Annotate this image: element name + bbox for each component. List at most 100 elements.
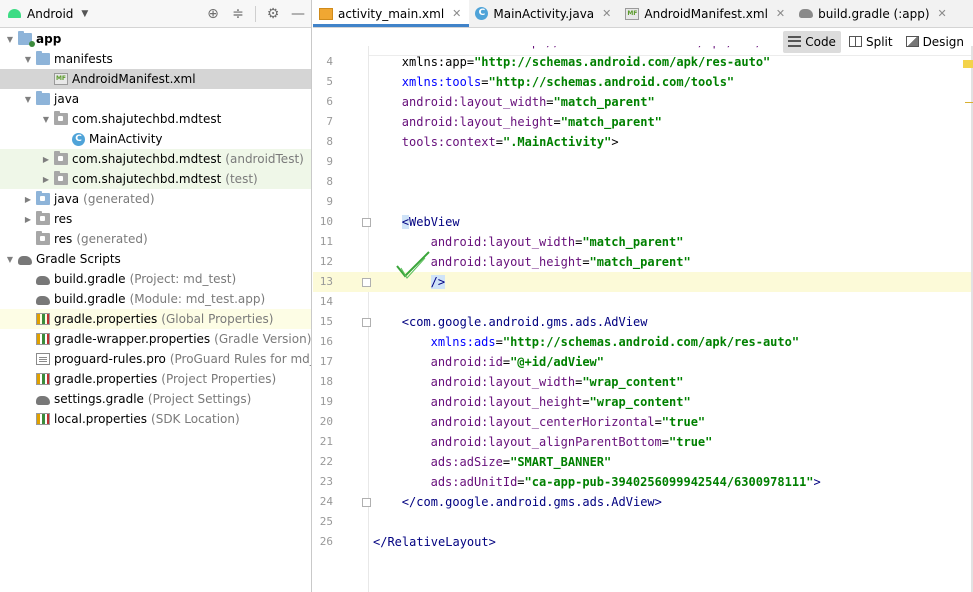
- code-line[interactable]: 22 ads:adSize="SMART_BANNER": [313, 452, 973, 472]
- code-token: layout_width: [488, 375, 576, 389]
- tree-item[interactable]: local.properties (SDK Location): [0, 409, 311, 429]
- close-icon[interactable]: ✕: [938, 7, 947, 20]
- tree-item[interactable]: proguard-rules.pro (ProGuard Rules for md…: [0, 349, 311, 369]
- code-line[interactable]: 8 tools:context=".MainActivity">: [313, 132, 973, 152]
- tree-item[interactable]: settings.gradle (Project Settings): [0, 389, 311, 409]
- code-line[interactable]: 10 <WebView: [313, 212, 973, 232]
- tree-item[interactable]: build.gradle (Project: md_test): [0, 269, 311, 289]
- close-icon[interactable]: ✕: [602, 7, 611, 20]
- error-stripe-marker[interactable]: [965, 102, 973, 103]
- code-line[interactable]: 9: [313, 152, 973, 172]
- gradle-icon: [36, 275, 50, 285]
- code-token: tools: [445, 75, 482, 89]
- folder-generated-icon: [36, 191, 50, 205]
- code-line[interactable]: 14: [313, 292, 973, 312]
- chevron-right-icon[interactable]: ▶: [22, 195, 34, 204]
- code-line[interactable]: 6 android:layout_width="match_parent": [313, 92, 973, 112]
- tree-item[interactable]: res (generated): [0, 229, 311, 249]
- locate-icon[interactable]: ⊕: [202, 3, 224, 25]
- tree-item[interactable]: ▶ com.shajutechbd.mdtest (test): [0, 169, 311, 189]
- code-line[interactable]: 5 xmlns:tools="http://schemas.android.com…: [313, 72, 973, 92]
- code-line[interactable]: 25: [313, 512, 973, 532]
- code-line[interactable]: 16 xmlns:ads="http://schemas.android.com/…: [313, 332, 973, 352]
- code-line[interactable]: 20 android:layout_centerHorizontal="true": [313, 412, 973, 432]
- code-line[interactable]: 24 </com.google.android.gms.ads.AdView>: [313, 492, 973, 512]
- code-line[interactable]: 23 ads:adUnitId="ca-app-pub-3940256099942…: [313, 472, 973, 492]
- line-number: 26: [319, 535, 333, 548]
- tree-item[interactable]: ▼ app: [0, 29, 311, 49]
- tree-item-label: gradle-wrapper.properties: [54, 332, 211, 346]
- tree-item-hint: (Gradle Version): [214, 332, 312, 346]
- code-token: >: [813, 475, 821, 489]
- chevron-right-icon[interactable]: ▶: [40, 175, 52, 184]
- gradle-icon: [799, 9, 814, 18]
- code-line[interactable]: 19 android:layout_height="wrap_content": [313, 392, 973, 412]
- tree-item[interactable]: MF AndroidManifest.xml: [0, 69, 311, 89]
- project-toolbar: Android ▼ ⊕ ≑ ⚙ —: [0, 0, 311, 28]
- class-icon: C: [475, 7, 489, 20]
- code-editor[interactable]: 3xmlns:android="http://schemas.android.c…: [313, 46, 973, 592]
- tree-item[interactable]: ▶ java (generated): [0, 189, 311, 209]
- chevron-down-icon[interactable]: ▼: [22, 55, 34, 64]
- module-folder-icon: [18, 31, 35, 47]
- tree-item[interactable]: ▼ Gradle Scripts: [0, 249, 311, 269]
- tree-item[interactable]: ▼ com.shajutechbd.mdtest: [0, 109, 311, 129]
- tree-item-hint: (Module: md_test.app): [129, 292, 266, 306]
- fold-marker-icon[interactable]: [362, 318, 371, 327]
- code-line[interactable]: 4 xmlns:app="http://schemas.android.com/a…: [313, 52, 973, 72]
- tree-item[interactable]: ▶ res: [0, 209, 311, 229]
- code-token: "true": [669, 435, 713, 449]
- code-text: </com.google.android.gms.ads.AdView>: [402, 492, 662, 512]
- code-line[interactable]: 26 </RelativeLayout>: [313, 532, 973, 552]
- tree-item[interactable]: ▼ java: [0, 89, 311, 109]
- editor-tab[interactable]: MF AndroidManifest.xml ✕: [619, 0, 793, 27]
- close-icon[interactable]: ✕: [776, 7, 785, 20]
- chevron-right-icon[interactable]: ▶: [22, 215, 34, 224]
- code-text: android:layout_height="match_parent": [402, 112, 662, 132]
- fold-marker-icon[interactable]: [362, 218, 371, 227]
- project-tree: ▼ app ▼ manifests MF AndroidManifest.xml ▼ java…: [0, 29, 311, 429]
- line-number: 24: [319, 495, 333, 508]
- code-line[interactable]: 17 android:id="@+id/adView": [313, 352, 973, 372]
- code-token: android:: [430, 395, 489, 409]
- minimize-icon[interactable]: —: [287, 3, 309, 25]
- tree-item[interactable]: C MainActivity: [0, 129, 311, 149]
- line-number: 8: [326, 175, 333, 188]
- tree-item-label: MainActivity: [89, 132, 163, 146]
- code-line[interactable]: 9: [313, 192, 973, 212]
- fold-marker-icon[interactable]: [362, 278, 371, 287]
- fold-marker-icon[interactable]: [362, 498, 371, 507]
- collapse-icon[interactable]: ≑: [227, 3, 249, 25]
- editor-tab[interactable]: activity_main.xml ✕: [313, 0, 470, 27]
- chevron-right-icon[interactable]: ▶: [40, 155, 52, 164]
- tree-item[interactable]: gradle-wrapper.properties (Gradle Version…: [0, 329, 311, 349]
- editor-tab[interactable]: C MainActivity.java ✕: [469, 0, 619, 27]
- code-line[interactable]: 11 android:layout_width="match_parent": [313, 232, 973, 252]
- editor-panel: activity_main.xml ✕ C MainActivity.java ✕ MF A…: [313, 0, 973, 592]
- editor-tab-label: MainActivity.java: [493, 6, 595, 21]
- warning-marker[interactable]: [963, 60, 973, 68]
- chevron-down-icon[interactable]: ▼: [22, 95, 34, 104]
- chevron-down-icon[interactable]: ▼: [4, 255, 16, 264]
- gear-icon[interactable]: ⚙: [262, 3, 284, 25]
- code-line[interactable]: 21 android:layout_alignParentBottom="true…: [313, 432, 973, 452]
- chevron-down-icon[interactable]: ▼: [4, 35, 16, 44]
- code-line[interactable]: 8: [313, 172, 973, 192]
- tree-item[interactable]: ▼ manifests: [0, 49, 311, 69]
- package-icon: [54, 151, 68, 165]
- chevron-down-icon[interactable]: ▼: [40, 115, 52, 124]
- code-token: "wrap_content": [582, 375, 684, 389]
- code-line[interactable]: 15 <com.google.android.gms.ads.AdView: [313, 312, 973, 332]
- code-text: />: [430, 272, 446, 292]
- code-line[interactable]: 18 android:layout_width="wrap_content": [313, 372, 973, 392]
- tree-item[interactable]: gradle.properties (Global Properties): [0, 309, 311, 329]
- editor-tab[interactable]: build.gradle (:app) ✕: [793, 0, 955, 27]
- tree-item[interactable]: gradle.properties (Project Properties): [0, 369, 311, 389]
- close-icon[interactable]: ✕: [452, 7, 461, 20]
- tree-item[interactable]: build.gradle (Module: md_test.app): [0, 289, 311, 309]
- project-view-dropdown[interactable]: Android ▼: [4, 3, 92, 25]
- tree-item[interactable]: ▶ com.shajutechbd.mdtest (androidTest): [0, 149, 311, 169]
- code-text: tools:context=".MainActivity">: [402, 132, 619, 152]
- line-number: 4: [326, 55, 333, 68]
- code-line[interactable]: 7 android:layout_height="match_parent": [313, 112, 973, 132]
